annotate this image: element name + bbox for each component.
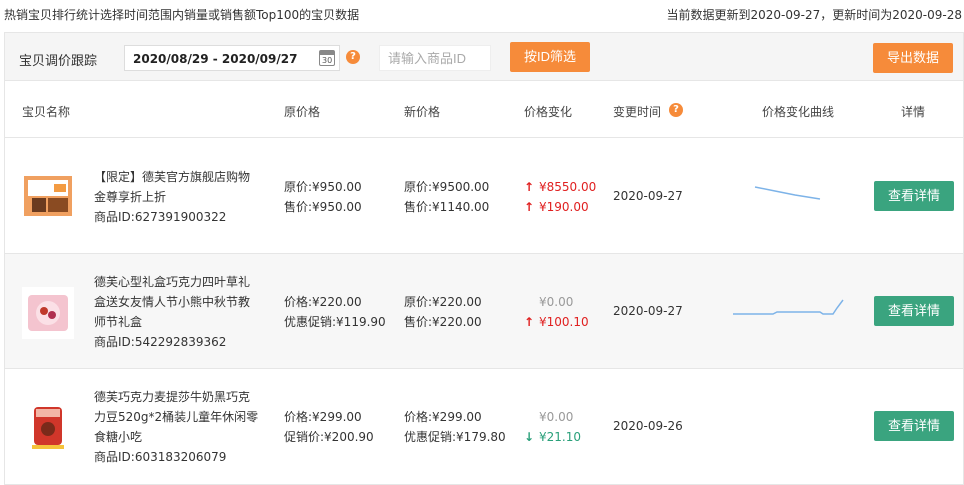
column-orig-price: 原价格 <box>284 105 321 119</box>
price-change-cell: ¥0.00 ↓ ¥21.10 <box>523 407 581 447</box>
product-thumbnail <box>22 401 74 453</box>
orig-price-line: 价格:¥299.00 <box>284 410 362 424</box>
product-id-input[interactable] <box>379 45 491 71</box>
page-description: 热销宝贝排行统计选择时间范围内销量或销售额Top100的宝贝数据 <box>4 8 360 22</box>
help-icon[interactable]: ? <box>669 103 683 117</box>
table-row: 德芙巧克力麦提莎牛奶黑巧克力豆520g*2桶装儿童年休闲零食糖小吃 商品ID:6… <box>5 369 963 484</box>
orig-price-line: 价格:¥220.00 <box>284 295 362 309</box>
date-range-value: 2020/08/29 - 2020/09/27 <box>133 52 298 66</box>
section-title: 宝贝调价跟踪 <box>19 54 98 69</box>
price-change-cell: ¥0.00 ↑ ¥100.10 <box>523 292 589 332</box>
original-price-cell: 价格:¥299.00 促销价:¥200.90 <box>284 407 374 447</box>
new-price-cell: 原价:¥220.00 售价:¥220.00 <box>404 292 482 332</box>
price-change-none: ¥0.00 <box>539 295 574 309</box>
product-thumbnail <box>22 287 74 339</box>
price-tracking-panel: 宝贝调价跟踪 2020/08/29 - 2020/09/27 30 ? 按ID筛… <box>4 32 964 485</box>
product-name[interactable]: 德芙心型礼盒巧克力四叶草礼盒送女友情人节小熊中秋节教师节礼盒 <box>94 272 260 332</box>
top-bar: 热销宝贝排行统计选择时间范围内销量或销售额Top100的宝贝数据 当前数据更新到… <box>0 0 964 26</box>
table-row: 德芙心型礼盒巧克力四叶草礼盒送女友情人节小熊中秋节教师节礼盒 商品ID:5422… <box>5 254 963 369</box>
product-info: 德芙巧克力麦提莎牛奶黑巧克力豆520g*2桶装儿童年休闲零食糖小吃 商品ID:6… <box>94 387 260 467</box>
new-sale-line: 优惠促销:¥179.80 <box>404 430 506 444</box>
original-price-cell: 价格:¥220.00 优惠促销:¥119.90 <box>284 292 386 332</box>
view-detail-button[interactable]: 查看详情 <box>874 181 954 211</box>
arrow-up-icon: ↑ <box>523 315 535 329</box>
filter-bar: 宝贝调价跟踪 2020/08/29 - 2020/09/27 30 ? 按ID筛… <box>5 33 963 81</box>
price-change-none: ¥0.00 <box>539 410 574 424</box>
original-price-cell: 原价:¥950.00 售价:¥950.00 <box>284 177 362 217</box>
product-id: 商品ID:603183206079 <box>94 450 227 464</box>
column-change-time: 变更时间 <box>613 105 662 119</box>
product-info: 【限定】德芙官方旗舰店购物金尊享折上折 商品ID:627391900322 <box>94 167 260 227</box>
new-sale-line: 售价:¥1140.00 <box>404 200 490 214</box>
arrow-up-icon: ↑ <box>523 200 535 214</box>
arrow-up-icon: ↑ <box>523 180 535 194</box>
update-info: 当前数据更新到2020-09-27，更新时间为2020-09-28 <box>666 8 962 22</box>
column-detail: 详情 <box>901 105 926 119</box>
export-data-button[interactable]: 导出数据 <box>873 43 953 73</box>
product-name[interactable]: 【限定】德芙官方旗舰店购物金尊享折上折 <box>94 167 260 207</box>
change-time: 2020-09-27 <box>613 304 683 318</box>
price-curve-line <box>754 186 821 200</box>
product-id: 商品ID:627391900322 <box>94 210 227 224</box>
price-change-up: ↑ ¥8550.00 <box>523 177 596 197</box>
orig-sale-line: 促销价:¥200.90 <box>284 430 374 444</box>
new-price-line: 原价:¥9500.00 <box>404 180 490 194</box>
price-curve <box>754 186 821 200</box>
orig-sale-line: 售价:¥950.00 <box>284 200 362 214</box>
product-thumbnail <box>22 170 74 222</box>
product-info: 德芙心型礼盒巧克力四叶草礼盒送女友情人节小熊中秋节教师节礼盒 商品ID:5422… <box>94 272 260 352</box>
new-price-cell: 价格:¥299.00 优惠促销:¥179.80 <box>404 407 506 447</box>
orig-price-line: 原价:¥950.00 <box>284 180 362 194</box>
price-curve-line <box>733 299 844 315</box>
product-id: 商品ID:542292839362 <box>94 335 227 349</box>
date-range-picker[interactable]: 2020/08/29 - 2020/09/27 30 <box>124 45 340 71</box>
product-name[interactable]: 德芙巧克力麦提莎牛奶黑巧克力豆520g*2桶装儿童年休闲零食糖小吃 <box>94 387 260 447</box>
price-change-cell: ↑ ¥8550.00 ↑ ¥190.00 <box>523 177 596 217</box>
price-curve <box>733 299 844 315</box>
column-name: 宝贝名称 <box>22 105 71 119</box>
arrow-down-icon: ↓ <box>523 430 535 444</box>
new-sale-line: 售价:¥220.00 <box>404 315 482 329</box>
calendar-icon[interactable]: 30 <box>319 50 335 66</box>
column-new-price: 新价格 <box>404 105 441 119</box>
filter-by-id-button[interactable]: 按ID筛选 <box>510 42 590 72</box>
new-price-line: 原价:¥220.00 <box>404 295 482 309</box>
price-change-down: ↓ ¥21.10 <box>523 427 581 447</box>
column-price-change: 价格变化 <box>524 105 573 119</box>
change-time: 2020-09-27 <box>613 189 683 203</box>
change-time: 2020-09-26 <box>613 419 683 433</box>
help-icon[interactable]: ? <box>346 50 360 64</box>
table-row: 【限定】德芙官方旗舰店购物金尊享折上折 商品ID:627391900322 原价… <box>5 139 963 254</box>
table-header: 宝贝名称 原价格 新价格 价格变化 变更时间 ? 价格变化曲线 详情 <box>5 82 963 138</box>
view-detail-button[interactable]: 查看详情 <box>874 411 954 441</box>
price-change-up: ↑ ¥190.00 <box>523 197 596 217</box>
orig-sale-line: 优惠促销:¥119.90 <box>284 315 386 329</box>
new-price-line: 价格:¥299.00 <box>404 410 482 424</box>
column-price-curve: 价格变化曲线 <box>762 105 835 119</box>
price-change-up: ↑ ¥100.10 <box>523 312 589 332</box>
new-price-cell: 原价:¥9500.00 售价:¥1140.00 <box>404 177 489 217</box>
view-detail-button[interactable]: 查看详情 <box>874 296 954 326</box>
